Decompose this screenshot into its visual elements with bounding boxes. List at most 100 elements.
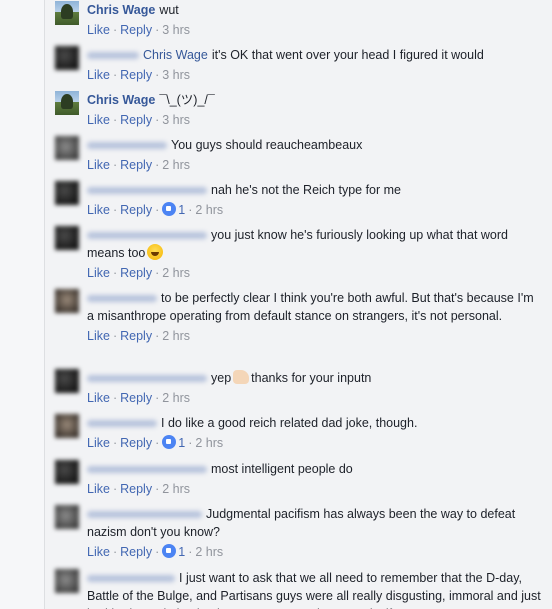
separator: · (112, 266, 118, 280)
timestamp[interactable]: 3 hrs (162, 113, 190, 127)
timestamp[interactable]: 2 hrs (162, 391, 190, 405)
reply-link[interactable]: Reply (120, 391, 152, 405)
comment-author[interactable]: Chris Wage (87, 3, 155, 17)
comment-actions: Like · Reply · 2 hrs (87, 327, 542, 345)
avatar[interactable] (55, 289, 79, 313)
comment-text: You guys should reaucheambeaux (171, 138, 363, 152)
reply-link[interactable]: Reply (120, 436, 152, 450)
avatar[interactable] (55, 1, 79, 25)
redacted-author (87, 466, 207, 474)
separator: · (112, 545, 118, 559)
thumbs-up-icon[interactable] (162, 202, 177, 216)
comment-actions: Like · Reply · 2 hrs (87, 389, 542, 407)
thumbs-up-icon[interactable] (162, 435, 177, 449)
like-link[interactable]: Like (87, 68, 110, 82)
like-link[interactable]: Like (87, 266, 110, 280)
comment-thread: Chris Wage wut Like · Reply · 3 hrs Chris Wag… (44, 0, 552, 609)
separator: · (155, 482, 160, 496)
comment-actions: Like · Reply · 2 hrs (87, 156, 542, 174)
avatar[interactable] (55, 569, 79, 593)
separator: · (155, 68, 160, 82)
avatar[interactable] (55, 226, 79, 250)
like-link[interactable]: Like (87, 329, 110, 343)
like-link[interactable]: Like (87, 391, 110, 405)
separator: · (155, 391, 160, 405)
redacted-author (87, 375, 207, 383)
reaction-count[interactable]: 1 (178, 436, 185, 450)
reply-link[interactable]: Reply (120, 23, 152, 37)
like-link[interactable]: Like (87, 436, 110, 450)
comment-author[interactable]: Chris Wage (87, 93, 155, 107)
separator: · (112, 68, 118, 82)
timestamp[interactable]: 2 hrs (162, 158, 190, 172)
redacted-author (87, 575, 175, 583)
separator: · (112, 391, 118, 405)
timestamp[interactable]: 3 hrs (162, 23, 190, 37)
avatar[interactable] (55, 91, 79, 115)
avatar[interactable] (55, 369, 79, 393)
reaction-count[interactable]: 1 (178, 545, 185, 559)
like-link[interactable]: Like (87, 545, 110, 559)
separator: · (112, 436, 118, 450)
separator: · (155, 113, 160, 127)
like-link[interactable]: Like (87, 482, 110, 496)
comment-actions: Like · Reply · 1 · 2 hrs (87, 201, 542, 219)
avatar[interactable] (55, 46, 79, 70)
timestamp[interactable]: 3 hrs (162, 68, 190, 82)
separator: · (112, 203, 118, 217)
reply-link[interactable]: Reply (120, 68, 152, 82)
like-link[interactable]: Like (87, 23, 110, 37)
avatar[interactable] (55, 181, 79, 205)
timestamp[interactable]: 2 hrs (195, 203, 223, 217)
avatar[interactable] (55, 414, 79, 438)
separator: · (155, 23, 160, 37)
timestamp[interactable]: 2 hrs (195, 545, 223, 559)
reply-link[interactable]: Reply (120, 482, 152, 496)
separator: · (155, 545, 160, 559)
separator: · (188, 545, 193, 559)
timestamp[interactable]: 2 hrs (162, 482, 190, 496)
comment-text: yep (211, 371, 232, 385)
separator: · (155, 266, 160, 280)
mention-link[interactable]: Chris Wage (143, 48, 208, 62)
reply-link[interactable]: Reply (120, 203, 152, 217)
separator: · (155, 158, 160, 172)
comment-text-continued: thanks for your inputn (251, 371, 372, 385)
comment-text: I do like a good reich related dad joke,… (161, 416, 418, 430)
redacted-author (87, 295, 157, 303)
timestamp[interactable]: 2 hrs (195, 436, 223, 450)
reply-link[interactable]: Reply (120, 545, 152, 559)
reply-link[interactable]: Reply (120, 158, 152, 172)
separator: · (155, 436, 160, 450)
separator: · (188, 203, 193, 217)
like-link[interactable]: Like (87, 113, 110, 127)
comment-text: most intelligent people do (211, 462, 353, 476)
comment-actions: Like · Reply · 2 hrs (87, 480, 542, 498)
separator: · (112, 23, 118, 37)
comment-text: it's OK that went over your head I figur… (211, 48, 484, 62)
comment-actions: Like · Reply · 1 · 2 hrs (87, 434, 542, 452)
comment-text: wut (159, 3, 179, 17)
reply-link[interactable]: Reply (120, 113, 152, 127)
redacted-author (87, 511, 202, 519)
thumbs-up-emoji-icon (233, 370, 250, 384)
avatar[interactable] (55, 136, 79, 160)
like-link[interactable]: Like (87, 203, 110, 217)
comment-actions: Like · Reply · 2 hrs (87, 264, 542, 282)
reaction-count[interactable]: 1 (178, 203, 185, 217)
laughing-emoji-icon (147, 244, 164, 260)
comment-panel: Chris Wage wut Like · Reply · 3 hrs Chris Wag… (0, 0, 552, 609)
comment-actions: Like · Reply · 3 hrs (87, 66, 542, 84)
redacted-author (87, 52, 139, 60)
reply-link[interactable]: Reply (120, 329, 152, 343)
thumbs-up-icon[interactable] (162, 544, 177, 558)
separator: · (112, 113, 118, 127)
reply-link[interactable]: Reply (120, 266, 152, 280)
timestamp[interactable]: 2 hrs (162, 266, 190, 280)
avatar[interactable] (55, 505, 79, 529)
avatar[interactable] (55, 460, 79, 484)
timestamp[interactable]: 2 hrs (162, 329, 190, 343)
separator: · (155, 203, 160, 217)
like-link[interactable]: Like (87, 158, 110, 172)
separator: · (188, 436, 193, 450)
